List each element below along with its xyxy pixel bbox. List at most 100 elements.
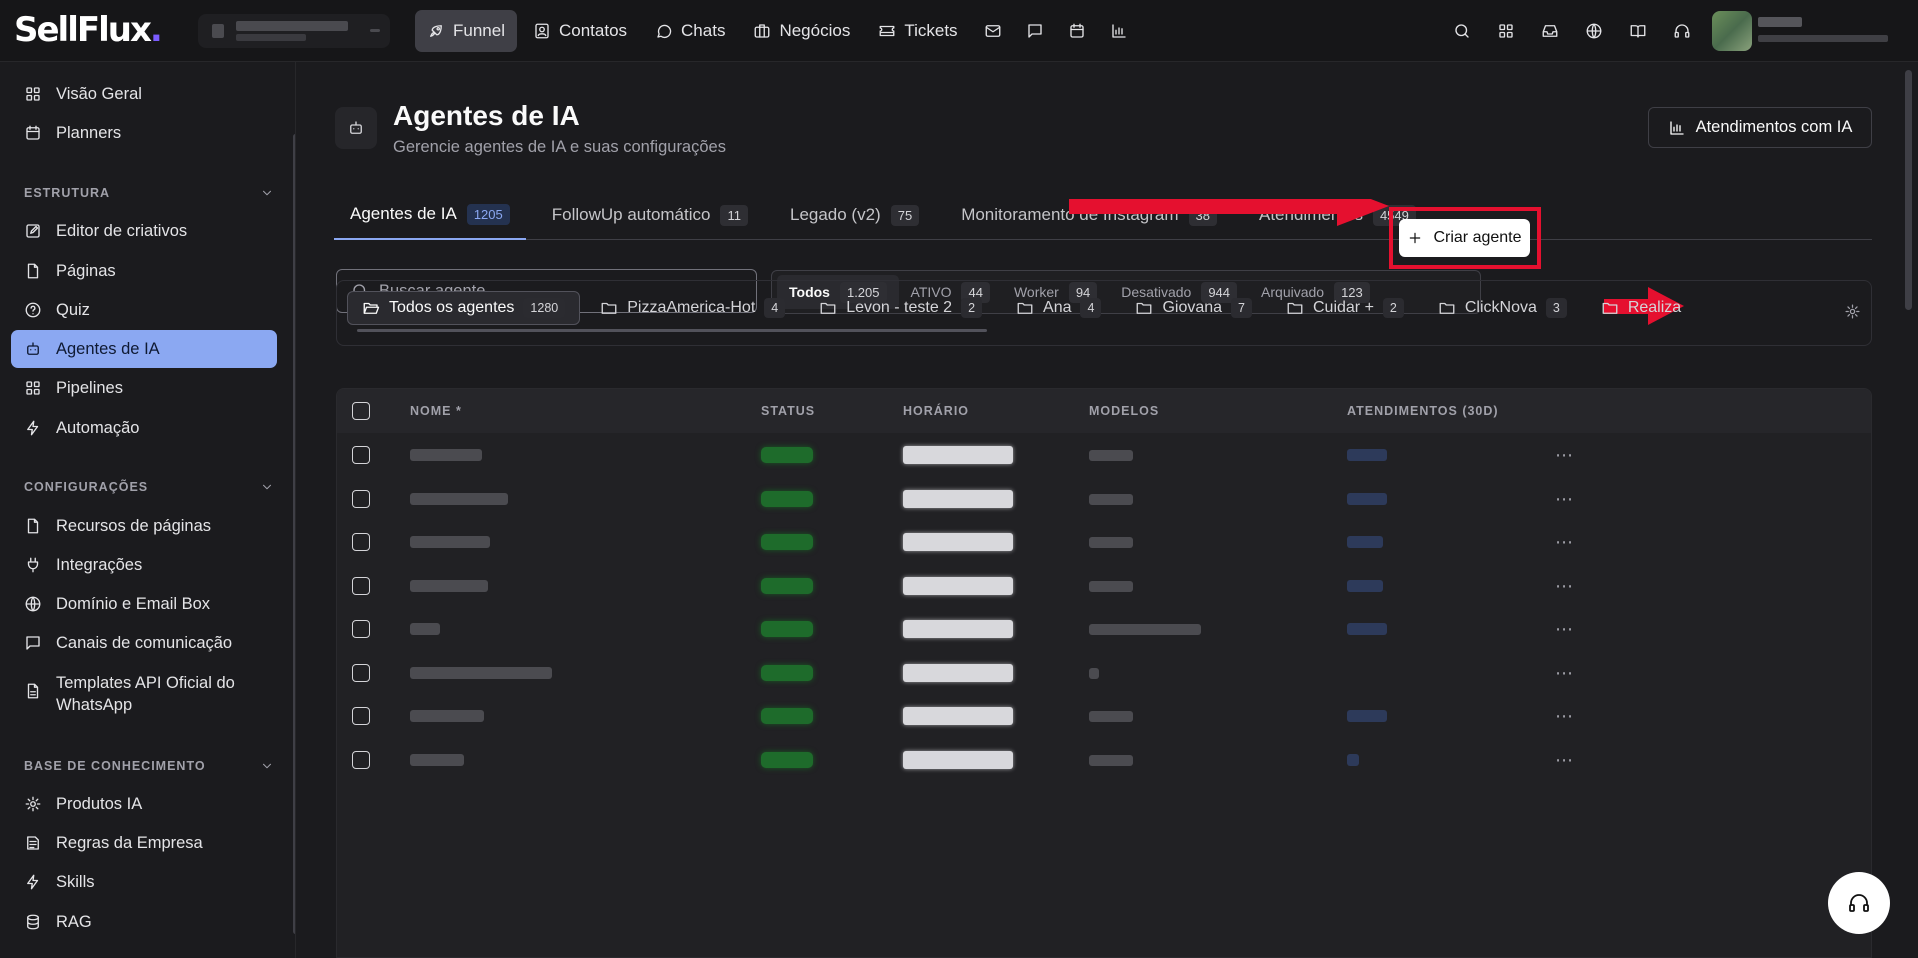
table-row[interactable]: ⋯ (337, 520, 1871, 564)
section-header-base-conhecimento[interactable]: BASE DE CONHECIMENTO (24, 759, 274, 773)
sidebar-item-integracoes[interactable]: Integrações (11, 546, 277, 584)
sidebar-item-canais[interactable]: Canais de comunicação (11, 624, 277, 662)
user-menu[interactable] (1758, 11, 1898, 51)
sidebar-item-label: Pipelines (56, 378, 123, 397)
folder-item[interactable]: PizzaAmerica-Hot 4 (586, 291, 799, 325)
sidebar-item-label: Produtos IA (56, 794, 143, 813)
folder-item[interactable]: Cuidar + 2 (1272, 291, 1418, 325)
table-row[interactable]: ⋯ (337, 738, 1871, 782)
folder-item[interactable]: Levon - teste 2 2 (805, 291, 996, 325)
model-redacted (1089, 667, 1099, 679)
table-row[interactable]: ⋯ (337, 694, 1871, 738)
apps-button[interactable] (1484, 10, 1528, 52)
row-actions-menu[interactable]: ⋯ (1555, 750, 1574, 771)
folder-item[interactable]: Ana 4 (1002, 291, 1115, 325)
col-nome[interactable]: NOME * (410, 404, 462, 418)
search-button[interactable] (1440, 10, 1484, 52)
folder-item[interactable]: Realiza (1587, 291, 1695, 325)
sidebar-item-recursos-paginas[interactable]: Recursos de páginas (11, 507, 277, 545)
nav-tickets[interactable]: Tickets (866, 10, 969, 52)
chevron-down-icon (262, 763, 272, 769)
workspace-selector[interactable] (198, 14, 390, 48)
sidebar-item-dominio[interactable]: Domínio e Email Box (11, 585, 277, 623)
sidebar-item-skills[interactable]: Skills (11, 863, 277, 901)
folder-label: Levon - teste 2 (846, 299, 953, 316)
row-checkbox[interactable] (352, 620, 370, 638)
row-actions-menu[interactable]: ⋯ (1555, 532, 1574, 553)
folder-icon (1439, 302, 1455, 314)
edit-icon (26, 224, 40, 238)
nav-mail[interactable] (974, 10, 1012, 52)
sidebar-scrollbar[interactable] (293, 134, 295, 934)
sidebar-item-pipelines[interactable]: Pipelines (11, 369, 277, 407)
folder-item[interactable]: ClickNova 3 (1424, 291, 1581, 325)
row-checkbox[interactable] (352, 663, 370, 682)
sidebar-item-visao-geral[interactable]: Visão Geral (11, 75, 277, 113)
inbox-button[interactable] (1528, 10, 1572, 52)
folder-item[interactable]: Giovana 7 (1121, 291, 1266, 325)
select-all-checkbox[interactable] (352, 402, 370, 420)
nav-chats[interactable]: Chats (643, 10, 737, 52)
sidebar-item-regras-empresa[interactable]: Regras da Empresa (11, 824, 277, 862)
row-actions-menu[interactable]: ⋯ (1555, 445, 1574, 466)
row-checkbox[interactable] (352, 750, 370, 769)
table-row[interactable]: ⋯ (337, 477, 1871, 521)
row-actions-menu[interactable]: ⋯ (1555, 489, 1574, 510)
model-redacted (1089, 580, 1133, 592)
docs-button[interactable] (1616, 10, 1660, 52)
nav-messages[interactable] (1016, 10, 1054, 52)
language-button[interactable] (1572, 10, 1616, 52)
sidebar-item-rag[interactable]: RAG (11, 903, 277, 941)
sidebar-item-produtos-ia[interactable]: Produtos IA (11, 785, 277, 823)
nav-calendar[interactable] (1058, 10, 1096, 52)
folder-count: 7 (1231, 298, 1252, 318)
row-checkbox[interactable] (352, 707, 370, 725)
sidebar-item-agentes-ia[interactable]: Agentes de IA (11, 330, 277, 368)
sidebar-item-label: Planners (56, 123, 122, 142)
row-checkbox[interactable] (352, 533, 370, 551)
status-badge-redacted (761, 664, 813, 681)
nav-negocios[interactable]: Negócios (741, 10, 862, 52)
sidebar-item-automacao[interactable]: Automação (11, 409, 277, 447)
main-lower: Todos os agentes 1280 PizzaAmerica-Hot 4 L… (297, 62, 1902, 958)
nav-label: Contatos (558, 21, 628, 40)
folder-label: ClickNova (1464, 299, 1537, 316)
sidebar-item-planners[interactable]: Planners (11, 114, 277, 152)
row-checkbox[interactable] (352, 489, 370, 508)
page-scrollbar[interactable] (1905, 70, 1912, 310)
row-actions-menu[interactable]: ⋯ (1555, 619, 1574, 640)
app-logo[interactable]: SellFlux. (14, 10, 163, 50)
support-button[interactable] (1660, 10, 1704, 52)
section-header-estrutura[interactable]: ESTRUTURA (24, 186, 274, 200)
globe-icon (25, 596, 41, 612)
sidebar-item-templates-whatsapp[interactable]: Templates API Oficial do WhatsApp (11, 666, 277, 718)
bot-icon (27, 342, 39, 355)
sidebar-item-quiz[interactable]: Quiz (11, 291, 277, 329)
folder-count: 3 (1545, 298, 1567, 318)
folder-scrollbar[interactable] (357, 329, 987, 332)
row-checkbox[interactable] (352, 576, 370, 595)
table-row[interactable]: ⋯ (337, 607, 1871, 651)
folder-settings-button[interactable] (1844, 303, 1861, 320)
table-row[interactable]: ⋯ (337, 564, 1871, 608)
nav-reports[interactable] (1100, 10, 1138, 52)
message-square-icon (1027, 24, 1042, 38)
sidebar-item-label: Agentes de IA (56, 339, 160, 358)
sidebar-item-editor-criativos[interactable]: Editor de criativos (11, 212, 277, 250)
row-checkbox[interactable] (352, 446, 370, 464)
agent-name-redacted (410, 623, 440, 635)
section-header-configuracoes[interactable]: CONFIGURAÇÕES (24, 480, 274, 494)
row-actions-menu[interactable]: ⋯ (1555, 576, 1574, 597)
folder-todos-agentes[interactable]: Todos os agentes 1280 (347, 291, 581, 325)
row-actions-menu[interactable]: ⋯ (1555, 663, 1574, 684)
table-row[interactable]: ⋯ (337, 433, 1871, 477)
table-row[interactable]: ⋯ (337, 651, 1871, 695)
database-icon (27, 914, 39, 930)
nav-funnel[interactable]: Funnel (415, 10, 517, 52)
nav-contatos[interactable]: Contatos (521, 10, 639, 52)
sidebar-item-paginas[interactable]: Páginas (11, 252, 277, 290)
nav-label: Funnel (453, 21, 505, 40)
row-actions-menu[interactable]: ⋯ (1555, 706, 1574, 727)
avatar[interactable] (1712, 11, 1752, 51)
support-chat-button[interactable] (1828, 872, 1890, 934)
